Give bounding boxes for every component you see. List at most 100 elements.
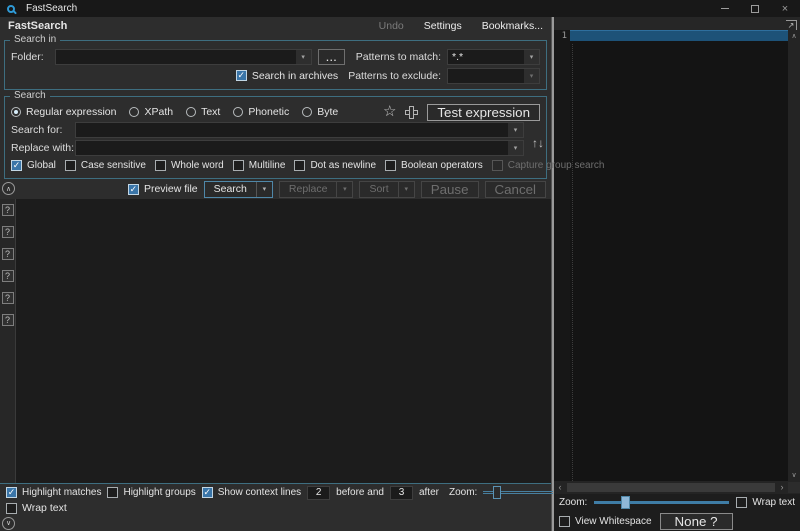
radio-xpath-label: XPath (144, 106, 173, 118)
main-area: FastSearch Undo Settings Bookmarks... Se… (0, 17, 800, 531)
menu-fastsearch[interactable]: FastSearch (8, 20, 67, 32)
radio-byte[interactable]: Byte (302, 106, 338, 118)
radio-regular-expression-label: Regular expression (26, 106, 116, 118)
view-whitespace-label: View Whitespace (575, 516, 652, 527)
checkbox-icon: ✓ (128, 184, 139, 195)
collapse-bottom-button[interactable]: ∨ (2, 517, 15, 530)
search-in-archives-checkbox[interactable]: ✓ Search in archives (236, 70, 338, 82)
results-view[interactable] (16, 199, 551, 483)
help-button[interactable]: ? (2, 204, 14, 216)
search-button[interactable]: Search ▾ (204, 181, 273, 198)
maximize-button[interactable] (740, 0, 770, 17)
help-button[interactable]: ? (2, 314, 14, 326)
radio-regular-expression[interactable]: Regular expression (11, 106, 116, 118)
patterns-match-combobox[interactable]: *.* ▾ (447, 49, 540, 65)
results-wrap-text-label: Wrap text (22, 502, 67, 514)
test-expression-button[interactable]: Test expression (427, 104, 540, 121)
boolean-operators-checkbox[interactable]: Boolean operators (385, 160, 483, 171)
replace-button-label: Replace (280, 182, 337, 197)
replace-with-input[interactable]: ▾ (75, 140, 524, 156)
radio-xpath[interactable]: XPath (129, 106, 173, 118)
replace-button[interactable]: Replace ▾ (279, 181, 354, 198)
scroll-right-icon[interactable]: › (776, 482, 788, 493)
patterns-match-dropdown-icon[interactable]: ▾ (524, 50, 539, 64)
vertical-scrollbar[interactable]: ∧ ∨ (788, 30, 800, 481)
view-whitespace-checkbox[interactable]: View Whitespace (559, 516, 652, 527)
multiline-checkbox[interactable]: Multiline (233, 160, 286, 171)
results-zoom-slider[interactable] (483, 486, 553, 499)
whole-word-checkbox[interactable]: Whole word (155, 160, 224, 171)
menu-settings[interactable]: Settings (424, 20, 462, 32)
chevron-down-icon: ∨ (6, 519, 11, 527)
search-button-dropdown-icon[interactable]: ▾ (256, 182, 272, 197)
patterns-exclude-label: Patterns to exclude: (348, 70, 441, 82)
radio-text[interactable]: Text (186, 106, 220, 118)
scroll-down-icon[interactable]: ∨ (791, 471, 796, 479)
sort-button-dropdown-icon[interactable]: ▾ (398, 182, 414, 197)
results-options-bar: ✓ Highlight matches Highlight groups ✓ S… (0, 484, 551, 501)
plus-icon-bar (409, 106, 414, 119)
close-icon: × (782, 4, 788, 14)
search-for-row: Search for: ▾ (11, 121, 540, 139)
help-button[interactable]: ? (2, 292, 14, 304)
replace-with-dropdown-icon[interactable]: ▾ (508, 141, 523, 155)
group-search: Search Regular expression XPath Text Pho… (4, 96, 547, 179)
context-after-input[interactable] (390, 486, 413, 500)
help-button[interactable]: ? (2, 270, 14, 282)
highlight-groups-checkbox[interactable]: Highlight groups (107, 487, 195, 498)
case-sensitive-checkbox[interactable]: Case sensitive (65, 160, 146, 171)
radio-phonetic[interactable]: Phonetic (233, 106, 289, 118)
checkbox-icon (6, 503, 17, 514)
patterns-match-value: *.* (448, 51, 524, 63)
menu-undo[interactable]: Undo (379, 20, 404, 32)
show-context-lines-label: Show context lines (218, 487, 301, 498)
folder-combobox[interactable]: ▾ (55, 49, 312, 65)
global-checkbox[interactable]: ✓ Global (11, 160, 56, 171)
context-before-input[interactable] (307, 486, 330, 500)
scroll-left-icon[interactable]: ‹ (554, 482, 566, 493)
preview-zoom-slider[interactable] (594, 496, 729, 509)
help-button[interactable]: ? (2, 248, 14, 260)
group-search-label: Search (10, 90, 50, 101)
show-context-lines-checkbox[interactable]: ✓ Show context lines (202, 487, 301, 498)
horizontal-scroll-thumb[interactable] (567, 483, 775, 492)
sort-button[interactable]: Sort ▾ (359, 181, 414, 198)
swap-search-replace-button[interactable]: ↑↓ (532, 137, 544, 149)
replace-button-dropdown-icon[interactable]: ▾ (336, 182, 352, 197)
patterns-exclude-combobox[interactable]: ▾ (447, 68, 540, 84)
collapse-top-button[interactable]: ∧ (2, 182, 15, 195)
checkbox-icon: ✓ (202, 487, 213, 498)
preview-wrap-text-checkbox[interactable]: Wrap text (736, 497, 795, 508)
scroll-up-icon[interactable]: ∧ (791, 32, 796, 40)
results-zoom-label: Zoom: (449, 487, 477, 498)
dot-as-newline-checkbox[interactable]: Dot as newline (294, 160, 376, 171)
search-for-input[interactable]: ▾ (75, 122, 524, 138)
results-container: ? ? ? ? ? ? (0, 199, 551, 484)
minimize-button[interactable] (710, 0, 740, 17)
radio-icon (129, 107, 139, 117)
folder-dropdown-icon[interactable]: ▾ (296, 50, 311, 64)
pop-out-button[interactable]: ↗ (786, 20, 797, 30)
checkbox-icon: ✓ (6, 487, 17, 498)
close-button[interactable]: × (770, 0, 800, 17)
results-wrap-text-checkbox[interactable]: Wrap text (6, 502, 67, 514)
encoding-button[interactable]: None ? (660, 513, 733, 530)
favorite-star-icon[interactable]: ☆ (383, 105, 396, 119)
radio-phonetic-label: Phonetic (248, 106, 289, 118)
menu-bookmarks[interactable]: Bookmarks... (482, 20, 543, 32)
slider-handle[interactable] (621, 496, 630, 509)
help-button[interactable]: ? (2, 226, 14, 238)
menubar: FastSearch Undo Settings Bookmarks... (0, 17, 551, 34)
patterns-exclude-dropdown-icon[interactable]: ▾ (524, 69, 539, 83)
pause-button[interactable]: Pause (421, 181, 479, 198)
slider-handle[interactable] (493, 486, 501, 499)
checkbox-icon (736, 497, 747, 508)
preview-file-checkbox[interactable]: ✓ Preview file (128, 183, 198, 195)
highlight-matches-checkbox[interactable]: ✓ Highlight matches (6, 487, 101, 498)
editor-text-area[interactable] (570, 30, 788, 481)
cancel-button[interactable]: Cancel (485, 181, 547, 198)
search-for-dropdown-icon[interactable]: ▾ (508, 123, 523, 137)
add-expression-icon[interactable] (405, 106, 418, 119)
horizontal-scrollbar[interactable]: ‹ › (554, 481, 800, 494)
browse-folder-button[interactable]: ... (318, 49, 345, 65)
